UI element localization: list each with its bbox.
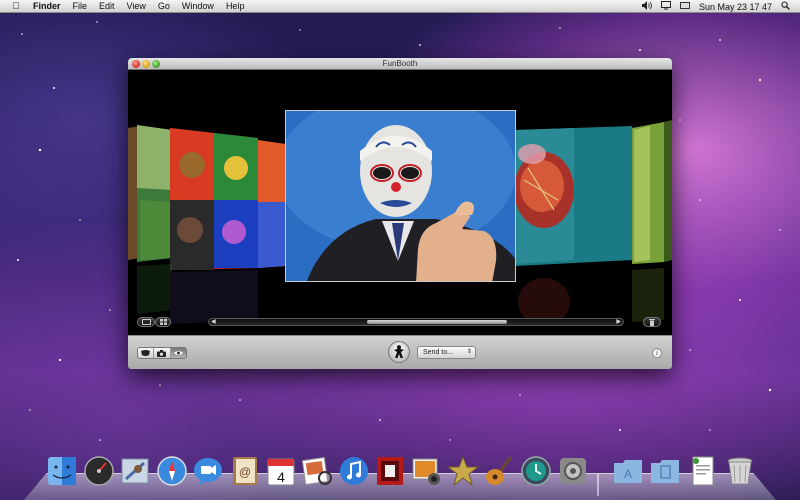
volume-icon[interactable] [641,1,652,12]
camera-mode-icon[interactable] [154,348,171,358]
info-button[interactable]: i [652,348,662,358]
send-to-popup[interactable]: Send to... ⇕ [417,346,476,359]
photo-thumbnail-left[interactable] [128,70,288,330]
take-photo-button[interactable] [388,341,410,363]
safari-icon[interactable] [155,453,189,489]
menu-app-name[interactable]: Finder [33,1,61,11]
window-title: FunBooth [382,59,418,68]
selected-photo[interactable] [285,110,516,282]
fullscreen-button[interactable] [137,317,155,327]
carousel-scrollbar[interactable]: ◀ ▶ [208,318,624,326]
updown-arrow-icon: ⇕ [466,349,472,355]
finder-icon[interactable] [45,453,79,489]
svg-text:A: A [624,467,632,481]
send-to-label: Send to... [423,349,453,356]
itunes-icon[interactable] [337,453,371,489]
eye-mode-icon[interactable] [170,348,186,358]
title-bar[interactable]: FunBooth [128,58,672,70]
trash-icon[interactable] [723,453,757,489]
address-book-icon[interactable]: @ [228,453,262,489]
display-icon[interactable] [660,1,671,12]
menu-bar:  Finder File Edit View Go Window Help S… [0,0,800,13]
dashboard-icon[interactable] [82,453,116,489]
dock-divider [597,474,599,496]
imovie-icon[interactable] [446,453,480,489]
mask-mode-icon[interactable] [138,348,155,358]
menu-edit[interactable]: Edit [99,1,115,11]
trash-button[interactable] [643,317,661,327]
person-icon [394,345,404,358]
mode-selector[interactable] [137,347,187,359]
grid-view-button[interactable] [155,317,171,327]
photo-thumbnail-right[interactable] [514,70,672,330]
photo-carousel: ◀ ▶ [128,70,672,335]
ical-day: 4 [277,469,285,485]
ichat-icon[interactable] [191,453,225,489]
apple-icon[interactable]:  [9,1,23,12]
menu-clock[interactable]: Sun May 23 17 47 [699,2,772,12]
preview-icon[interactable] [300,453,334,489]
downloads-stack-icon[interactable] [686,453,720,489]
search-icon[interactable] [781,1,790,12]
photo-booth-icon[interactable] [373,453,407,489]
svg-text:@: @ [239,465,251,479]
documents-folder-icon[interactable] [648,453,682,489]
applications-folder-icon[interactable]: A [611,453,645,489]
menu-file[interactable]: File [73,1,88,11]
funbooth-window: FunBooth ◀ ▶ Send to... ⇕ i [128,58,672,369]
scroll-left-arrow-icon[interactable]: ◀ [211,318,216,325]
iphoto-icon[interactable] [410,453,444,489]
flag-icon[interactable] [679,1,690,12]
mail-icon[interactable] [118,453,152,489]
bottom-toolbar: Send to... ⇕ i [128,335,672,369]
menu-go[interactable]: Go [158,1,170,11]
scroll-right-arrow-icon[interactable]: ▶ [616,318,621,325]
menu-view[interactable]: View [127,1,146,11]
menu-window[interactable]: Window [182,1,214,11]
garageband-icon[interactable] [483,453,517,489]
ical-icon[interactable]: 4 [264,453,298,489]
menu-help[interactable]: Help [226,1,245,11]
scroll-thumb[interactable] [367,320,507,324]
time-machine-icon[interactable] [519,453,553,489]
system-preferences-icon[interactable] [556,453,590,489]
